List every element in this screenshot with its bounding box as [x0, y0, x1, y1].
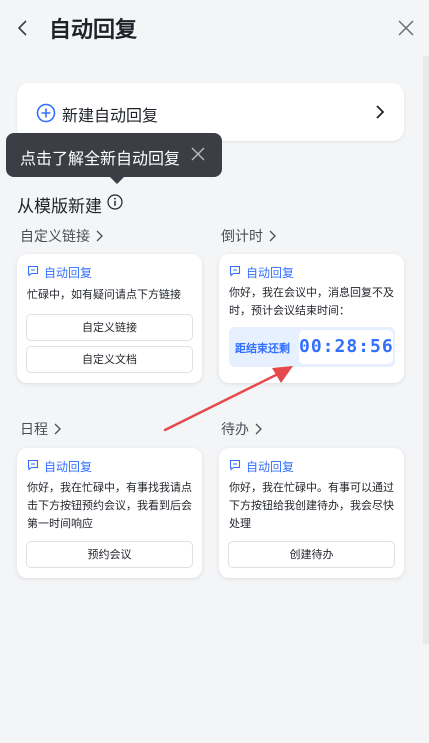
section-title: 从模版新建 — [17, 197, 102, 217]
new-auto-reply-label: 新建自动回复 — [62, 106, 159, 125]
tooltip-close-icon[interactable] — [191, 147, 205, 161]
scrollbar[interactable] — [423, 56, 429, 644]
custom-link-button[interactable]: 自定义链接 — [26, 314, 193, 341]
plus-circle-icon — [36, 103, 56, 123]
tooltip-text: 点击了解全新自动回复 — [20, 149, 181, 168]
chevron-right-icon — [376, 105, 385, 119]
book-meeting-button[interactable]: 预约会议 — [26, 541, 193, 568]
message-icon — [27, 459, 39, 471]
template-card-todo[interactable]: 自动回复 你好，我在忙碌中。有事可以通过下方按钮给我创建待办，我会尽快处理 创建… — [219, 448, 404, 578]
header: 自动回复 — [0, 0, 429, 60]
card-header-label: 自动回复 — [44, 266, 93, 280]
annotation-arrow-icon — [163, 366, 293, 432]
chevron-right-icon — [96, 230, 103, 242]
category-label: 自定义链接 — [20, 229, 90, 245]
tooltip[interactable]: 点击了解全新自动回复 — [6, 133, 222, 184]
message-icon — [229, 459, 241, 471]
message-icon — [229, 265, 241, 277]
card-header-label: 自动回复 — [246, 266, 295, 280]
category-schedule[interactable]: 日程 — [20, 419, 61, 439]
countdown-timer: 00:28:56 — [299, 330, 393, 364]
message-icon — [27, 265, 39, 277]
category-label: 倒计时 — [221, 229, 263, 245]
create-todo-button[interactable]: 创建待办 — [228, 541, 395, 568]
info-icon[interactable] — [107, 194, 123, 210]
tooltip-pointer — [110, 177, 124, 184]
back-icon[interactable] — [14, 16, 34, 40]
category-custom-link[interactable]: 自定义链接 — [20, 226, 103, 246]
close-icon[interactable] — [395, 17, 417, 39]
page-title: 自动回复 — [49, 18, 138, 43]
chevron-right-icon — [269, 230, 276, 242]
card-header-label: 自动回复 — [44, 460, 93, 474]
card-message: 你好，我在会议中，消息回复不及时，预计会议结束时间： — [229, 286, 394, 317]
countdown-label: 距结束还剩 — [235, 342, 290, 355]
category-label: 日程 — [20, 422, 48, 438]
card-message: 忙碌中，如有疑问请点下方链接 — [27, 288, 181, 301]
template-card-schedule[interactable]: 自动回复 你好，我在忙碌中，有事找我请点击下方按钮预约会议，我看到后会第一时间响… — [17, 448, 202, 578]
card-message: 你好，我在忙碌中。有事可以通过下方按钮给我创建待办，我会尽快处理 — [229, 481, 394, 530]
card-message: 你好，我在忙碌中，有事找我请点击下方按钮预约会议，我看到后会第一时间响应 — [27, 481, 192, 530]
card-header-label: 自动回复 — [246, 460, 295, 474]
category-countdown[interactable]: 倒计时 — [221, 226, 276, 246]
chevron-right-icon — [54, 423, 61, 435]
